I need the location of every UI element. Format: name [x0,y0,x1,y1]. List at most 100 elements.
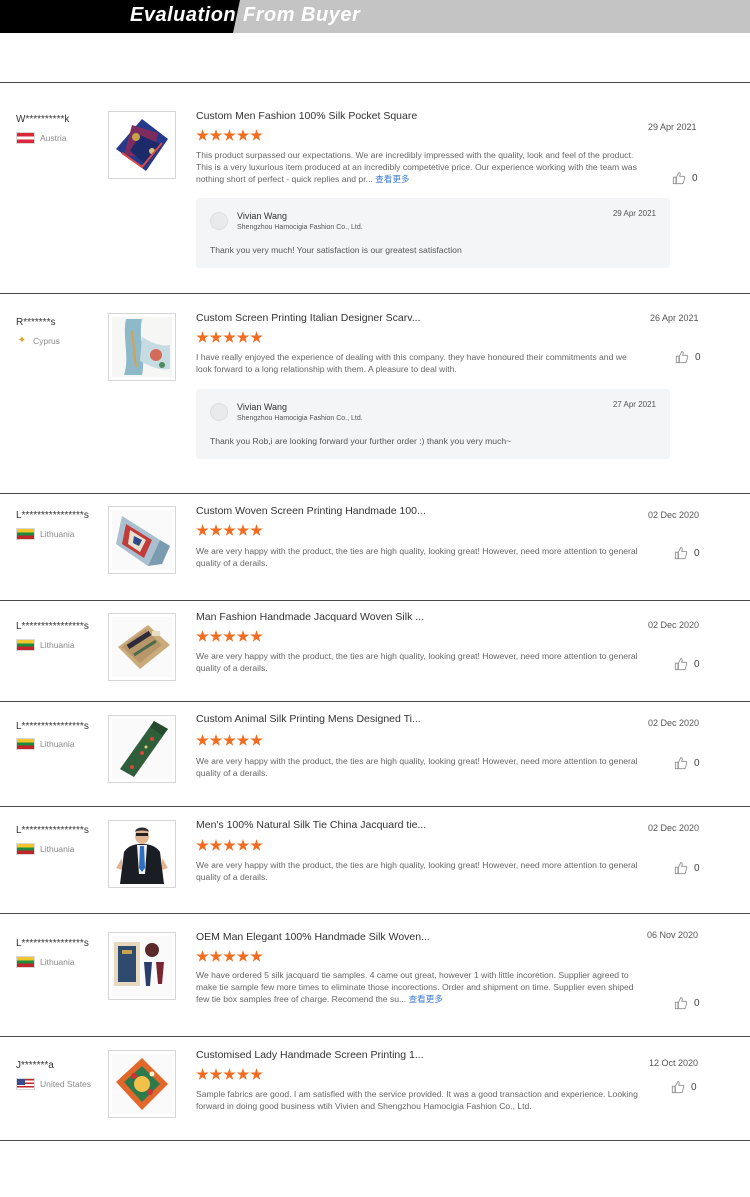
like-button[interactable]: 0 [675,350,701,364]
like-count: 0 [692,172,698,184]
country-name: Lithuania [40,739,75,749]
like-count: 0 [694,658,700,670]
country-name: United States [40,1079,92,1089]
review-item: J*******a United States Customised Lady … [0,1037,750,1140]
product-thumbnail[interactable] [108,715,176,783]
divider [0,1140,750,1141]
star-icon [209,1068,223,1080]
reply-date: 29 Apr 2021 [612,209,656,218]
rating-stars [196,630,264,643]
like-button[interactable]: 0 [674,756,700,770]
reviewer-country: Lithuania [16,842,75,856]
like-button[interactable]: 0 [674,996,700,1010]
product-title[interactable]: OEM Man Elegant 100% Handmade Silk Woven… [196,931,430,943]
review-text: We are very happy with the product, the … [196,546,638,568]
review-item: L****************s Lithuania Man Fashion… [0,601,750,701]
reply-text: Thank you Rob,i are looking forward your… [210,436,512,446]
country-name: Lithuania [40,529,75,539]
star-icon [223,630,236,642]
reviewer-country: Lithuania [16,638,75,652]
star-icon [196,630,209,642]
review-item: L****************s Lithuania Custom Anim… [0,702,750,806]
reply-date: 27 Apr 2021 [612,400,656,409]
star-icon [250,524,263,536]
like-count: 0 [695,351,701,363]
review-item: L****************s Lithuania Custom Wove… [0,494,750,600]
review-text: I have really enjoyed the experience of … [196,352,627,374]
star-icon [236,630,250,642]
reviewer-name: L****************s [16,825,89,836]
rating-stars [196,734,264,747]
review-text: Sample fabrics are good. I am satisfied … [196,1089,638,1111]
cyprus-flag-icon: ✦ [17,335,27,346]
lithuania-flag-icon [16,639,35,651]
like-button[interactable]: 0 [671,1080,697,1094]
product-title[interactable]: Man Fashion Handmade Jacquard Woven Silk… [196,611,424,623]
star-icon [223,129,236,141]
reviewer-country: United States [16,1077,91,1091]
product-thumbnail[interactable] [108,1050,176,1118]
product-title[interactable]: Custom Screen Printing Italian Designer … [196,312,420,324]
country-name: Lithuania [40,957,75,967]
like-count: 0 [694,862,700,874]
country-name: Lithuania [40,844,75,854]
star-icon [250,839,263,851]
star-icon [196,839,209,851]
review-date: 29 Apr 2021 [648,122,697,132]
lithuania-flag-icon [16,956,35,968]
scarf-image [112,317,172,377]
star-icon [223,1068,236,1080]
read-more-link[interactable]: 查看更多 [409,994,443,1004]
tie-image [112,719,172,779]
product-thumbnail[interactable] [108,820,176,888]
review-text: We are very happy with the product, the … [196,860,638,882]
product-thumbnail[interactable] [108,313,176,381]
header-banner: Evaluation From Buyer [0,0,750,33]
tie-box-image [112,617,172,677]
product-title[interactable]: Custom Men Fashion 100% Silk Pocket Squa… [196,110,417,122]
like-button[interactable]: 0 [674,546,700,560]
product-thumbnail[interactable] [108,506,176,574]
seller-reply: Vivian Wang Shengzhou Hamocigia Fashion … [196,389,670,459]
reviewer-name: J*******a [16,1060,54,1071]
product-title[interactable]: Custom Woven Screen Printing Handmade 10… [196,505,426,517]
star-icon [209,734,223,746]
country-name: Lithuania [40,640,75,650]
product-title[interactable]: Customised Lady Handmade Screen Printing… [196,1049,424,1061]
thumbs-up-icon [671,1081,685,1094]
product-thumbnail[interactable] [108,613,176,681]
product-thumbnail[interactable] [108,932,176,1000]
product-title[interactable]: Custom Animal Silk Printing Mens Designe… [196,713,421,725]
star-icon [223,950,236,962]
review-item: L****************s Lithuania OEM Man Ele… [0,914,750,1036]
star-icon [250,950,263,962]
banner-title-evaluation: Evaluation [130,4,237,26]
like-count: 0 [694,997,700,1009]
product-thumbnail[interactable] [108,111,176,179]
austria-flag-icon [16,132,35,144]
reply-text: Thank you very much! Your satisfaction i… [210,245,462,255]
reviewer-name: L****************s [16,510,89,521]
pocket-square-image [116,119,168,171]
reply-author: Vivian Wang [237,211,288,221]
review-item: R*******s ✦ Cyprus Custom Screen Printin… [0,294,750,493]
read-more-link[interactable]: 查看更多 [375,174,409,184]
thumbs-up-icon [674,547,688,560]
review-date: 06 Nov 2020 [647,930,699,940]
star-icon [196,734,209,746]
country-name: Cyprus [33,336,60,346]
like-button[interactable]: 0 [672,171,698,185]
star-icon [236,950,250,962]
review-date: 02 Dec 2020 [648,620,700,630]
star-icon [250,331,263,343]
thumbs-up-icon [674,658,688,671]
star-icon [196,129,209,141]
star-icon [236,734,250,746]
avatar [210,212,228,230]
star-icon [236,331,250,343]
like-button[interactable]: 0 [674,861,700,875]
product-title[interactable]: Men's 100% Natural Silk Tie China Jacqua… [196,819,426,831]
star-icon [250,630,263,642]
star-icon [223,734,236,746]
like-button[interactable]: 0 [674,657,700,671]
